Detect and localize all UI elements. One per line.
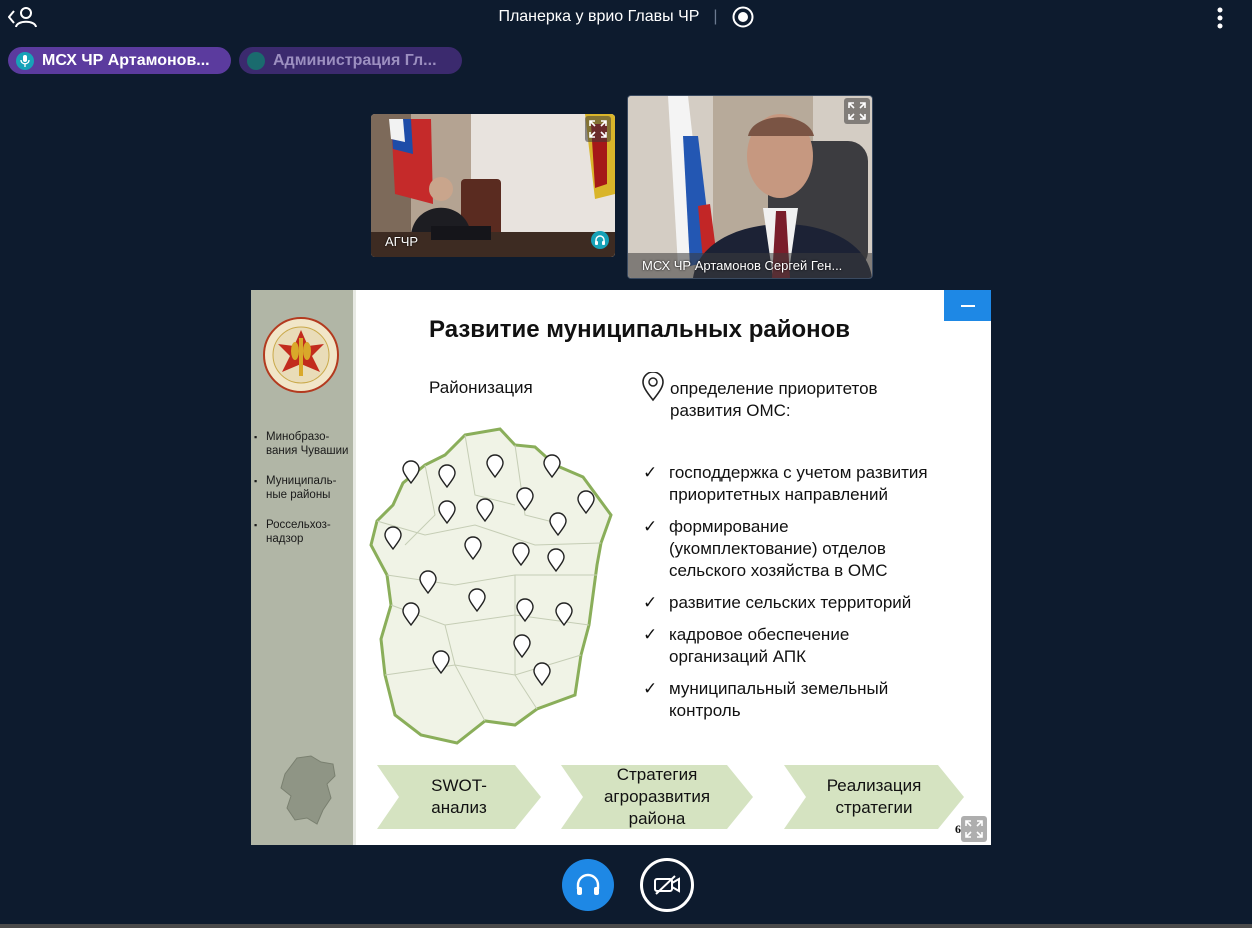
ministry-emblem-logo <box>263 317 339 393</box>
microphone-icon <box>16 51 34 70</box>
video-tile-msh[interactable]: МСХ ЧР Артамонов Сергей Ген... <box>627 95 873 279</box>
slide-subtitle: Районизация <box>429 378 533 397</box>
more-vertical-icon <box>1217 7 1223 29</box>
bullet-item: ✓ господдержка с учетом развития приоритет… <box>643 463 928 504</box>
process-step-implementation: Реализация стратегии <box>784 765 964 829</box>
more-menu-button[interactable] <box>1216 6 1224 30</box>
side-list-item: Муниципаль-ные районы <box>254 474 354 502</box>
participant-chip[interactable]: Администрация Гл... <box>239 47 462 74</box>
small-region-map-icon <box>280 755 336 825</box>
process-step-strategy: Стратегия агроразвития района <box>561 765 753 829</box>
chuvashia-districts-map <box>369 427 613 745</box>
bullet-item: ✓ муниципальный земельный контроль <box>643 679 889 720</box>
shared-presentation-slide: Минобразо-вания Чувашии Муниципаль-ные р… <box>251 290 991 845</box>
minimize-presentation-button[interactable] <box>944 290 991 321</box>
checkmark-icon: ✓ <box>643 625 658 644</box>
camera-off-icon <box>654 875 680 895</box>
speaker-chips: МСХ ЧР Артамонов... Администрация Гл... <box>8 47 462 74</box>
title-separator: | <box>713 8 718 25</box>
checkmark-icon: ✓ <box>643 593 658 612</box>
checkmark-icon: ✓ <box>643 679 658 698</box>
slide-bullet-list: ✓ господдержка с учетом развития приоритет… <box>643 462 983 732</box>
tile-label: АГЧР <box>385 234 419 249</box>
expand-icon <box>848 102 866 120</box>
participant-chip-label: Администрация Гл... <box>273 51 437 69</box>
expand-icon <box>965 820 983 838</box>
camera-toggle-button[interactable] <box>640 858 694 912</box>
bullet-item: ✓ развитие сельских территорий <box>643 593 912 612</box>
expand-tile-button[interactable] <box>844 98 870 124</box>
checkmark-icon: ✓ <box>643 517 658 536</box>
process-step-swot: SWOT-анализ <box>377 765 541 829</box>
slide-sidebar: Минобразо-вания Чувашии Муниципаль-ные р… <box>251 290 356 845</box>
top-bar: Планерка у врио Главы ЧР | <box>0 0 1252 36</box>
bullet-item: ✓ формирование (укомплектование) отделов се… <box>643 517 888 580</box>
minus-icon <box>960 304 975 307</box>
expand-presentation-button[interactable] <box>961 816 987 842</box>
status-dot-icon <box>247 51 265 70</box>
tile-label: МСХ ЧР Артамонов Сергей Ген... <box>628 253 872 278</box>
record-icon[interactable] <box>732 6 754 28</box>
headphones-status-icon <box>591 231 609 249</box>
conference-title-bar: Планерка у врио Главы ЧР | <box>0 6 1252 28</box>
expand-tile-button[interactable] <box>585 116 611 142</box>
video-tile-agchr[interactable]: АГЧР <box>371 114 615 257</box>
audio-button[interactable] <box>562 859 614 911</box>
bullet-item: ✓ кадровое обеспечение организаций АПК <box>643 625 850 666</box>
conference-title: Планерка у врио Главы ЧР <box>498 8 700 25</box>
location-pin-icon <box>642 372 664 402</box>
bottom-taskbar-strip <box>0 924 1252 928</box>
headphones-icon <box>576 873 600 895</box>
side-list-item: Россельхоз-надзор <box>254 518 354 546</box>
participant-chip-active[interactable]: МСХ ЧР Артамонов... <box>8 47 231 74</box>
side-list-item: Минобразо-вания Чувашии <box>254 430 354 458</box>
participant-chip-label: МСХ ЧР Артамонов... <box>42 51 210 69</box>
slide-side-list: Минобразо-вания Чувашии Муниципаль-ные р… <box>254 430 354 562</box>
pin-text: определение приоритетов развития ОМС: <box>670 379 878 420</box>
video-feed-image <box>628 96 872 278</box>
checkmark-icon: ✓ <box>643 463 658 482</box>
expand-icon <box>589 120 607 138</box>
slide-title: Развитие муниципальных районов <box>429 316 851 343</box>
